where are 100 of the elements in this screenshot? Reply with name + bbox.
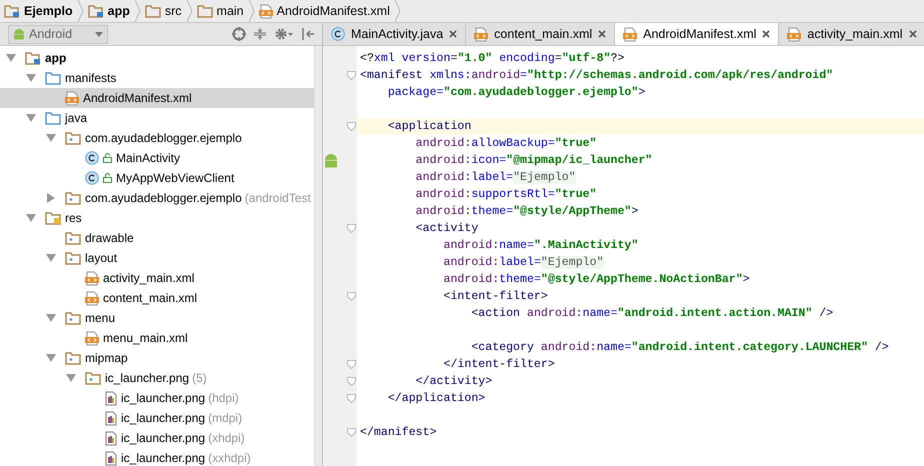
code-line: </application> <box>386 391 486 407</box>
breadcrumb[interactable]: Ejemplo <box>24 2 73 20</box>
tree-item[interactable]: res <box>0 208 314 228</box>
expanded-arrow-icon[interactable] <box>46 354 56 362</box>
code-line: android:supportsRtl="true" <box>414 187 598 203</box>
fold-marker-icon[interactable] <box>347 377 356 386</box>
close-icon[interactable] <box>762 30 770 38</box>
tree-item[interactable]: ic_launcher.png (xxhdpi) <box>0 448 314 466</box>
tree-item[interactable]: ic_launcher.png (5) <box>0 368 314 388</box>
editor-tab[interactable]: activity_main.xml <box>779 23 924 45</box>
code-line: <?xml version="1.0" encoding="utf-8"?> <box>359 51 626 67</box>
expanded-arrow-icon[interactable] <box>6 54 16 62</box>
tree-item[interactable]: menu_main.xml <box>0 328 314 348</box>
package-folder-icon <box>65 351 81 365</box>
tree-item[interactable]: ic_launcher.png (xhdpi) <box>0 428 314 448</box>
tree-item[interactable]: AndroidManifest.xml <box>0 88 314 108</box>
editor-tab[interactable]: content_main.xml <box>466 23 616 45</box>
code-line: </intent-filter> <box>442 357 556 373</box>
xml-file-icon <box>85 290 99 306</box>
xml-file-icon <box>787 26 802 42</box>
android-icon[interactable] <box>324 154 338 168</box>
code-line: <intent-filter> <box>442 289 549 305</box>
scrollbar[interactable] <box>314 46 322 466</box>
fold-marker-icon[interactable] <box>347 394 356 403</box>
expanded-arrow-icon[interactable] <box>26 214 36 222</box>
class-icon <box>85 171 99 185</box>
xml-file-icon <box>85 330 99 346</box>
code-line: android:label="Ejemplo" <box>414 170 577 186</box>
breadcrumb[interactable]: AndroidManifest.xml <box>276 2 390 20</box>
chevron-icon <box>186 0 193 22</box>
resource-folder-icon <box>45 211 61 225</box>
module-folder-icon <box>25 51 41 65</box>
tree-item[interactable]: mipmap <box>0 348 314 368</box>
tree-item[interactable]: ic_launcher.png (hdpi) <box>0 388 314 408</box>
expanded-arrow-icon[interactable] <box>26 74 36 82</box>
code-line: android:allowBackup="true" <box>414 136 598 152</box>
class-icon <box>331 27 345 41</box>
tree-item[interactable]: MainActivity <box>0 148 314 168</box>
expanded-arrow-icon[interactable] <box>46 314 56 322</box>
tree-item[interactable]: manifests <box>0 68 314 88</box>
class-icon <box>85 151 99 165</box>
code-line: android:name=".MainActivity" <box>442 238 640 254</box>
code-line: </activity> <box>414 374 494 390</box>
xml-file-icon <box>85 270 99 286</box>
fold-marker-icon[interactable] <box>347 71 356 80</box>
tree-item[interactable]: com.ayudadeblogger.ejemplo (androidTest <box>0 188 314 208</box>
tree-item[interactable]: app <box>0 48 314 68</box>
code-line: </manifest> <box>359 425 438 441</box>
package-folder-icon <box>65 311 81 325</box>
project-view-dropdown[interactable]: Android <box>8 24 108 44</box>
collapse-icon[interactable] <box>254 27 266 41</box>
xml-file-icon <box>258 4 273 18</box>
tree-item[interactable]: ic_launcher.png (mdpi) <box>0 408 314 428</box>
breadcrumb[interactable]: main <box>216 2 244 20</box>
package-folder-icon <box>65 231 81 245</box>
collapsed-arrow-icon[interactable] <box>47 193 55 203</box>
fold-marker-icon[interactable] <box>347 122 356 131</box>
image-file-icon <box>105 430 117 446</box>
close-icon[interactable] <box>908 30 917 38</box>
tree-item[interactable]: layout <box>0 248 314 268</box>
expanded-arrow-icon[interactable] <box>46 134 56 142</box>
chevron-icon <box>394 0 401 22</box>
code-line: android:theme="@style/AppTheme.NoActionBar"> <box>442 272 751 288</box>
editor-tab[interactable]: AndroidManifest.xml <box>615 23 780 45</box>
breadcrumb[interactable]: app <box>108 2 130 20</box>
chevron-icon <box>248 0 255 22</box>
tree-item[interactable]: content_main.xml <box>0 288 314 308</box>
expanded-arrow-icon[interactable] <box>26 114 36 122</box>
fold-marker-icon[interactable] <box>347 292 356 301</box>
image-file-icon <box>105 410 117 426</box>
expanded-arrow-icon[interactable] <box>46 254 56 262</box>
close-icon[interactable] <box>598 30 606 38</box>
fold-marker-icon[interactable] <box>347 360 356 369</box>
editor-tab[interactable]: MainActivity.java <box>323 23 466 45</box>
android-icon <box>13 28 25 40</box>
xml-file-icon <box>623 26 638 42</box>
hide-panel-icon[interactable] <box>302 27 314 41</box>
folder-icon <box>144 4 161 18</box>
close-icon[interactable] <box>449 30 458 38</box>
breadcrumb[interactable]: src <box>164 2 182 20</box>
tree-item[interactable]: java <box>0 108 314 128</box>
tree-item[interactable]: activity_main.xml <box>0 268 314 288</box>
folder-icon <box>45 71 61 85</box>
settings-icon[interactable] <box>274 27 294 41</box>
tree-item[interactable]: MyAppWebViewClient <box>0 168 314 188</box>
code-line: <category android:name="android.intent.category.LAUNCHER" /> <box>470 340 890 356</box>
package-folder-icon <box>65 251 81 265</box>
code-line: <action android:name="android.intent.action.MAIN" /> <box>470 306 834 322</box>
tree-item[interactable]: menu <box>0 308 314 328</box>
tree-item[interactable]: com.ayudadeblogger.ejemplo <box>0 128 314 148</box>
tree-item[interactable]: drawable <box>0 228 314 248</box>
xml-file-icon <box>65 90 79 106</box>
fold-marker-icon[interactable] <box>347 224 356 233</box>
expanded-arrow-icon[interactable] <box>66 374 76 382</box>
fold-marker-icon[interactable] <box>347 428 356 437</box>
locate-icon[interactable] <box>232 27 246 41</box>
module-folder-icon <box>88 4 104 18</box>
lock-icon <box>103 173 112 183</box>
code-line: <activity <box>414 221 480 237</box>
code-line: <manifest xmlns:android="http://schemas.android.com/apk/res/android" <box>359 68 834 84</box>
